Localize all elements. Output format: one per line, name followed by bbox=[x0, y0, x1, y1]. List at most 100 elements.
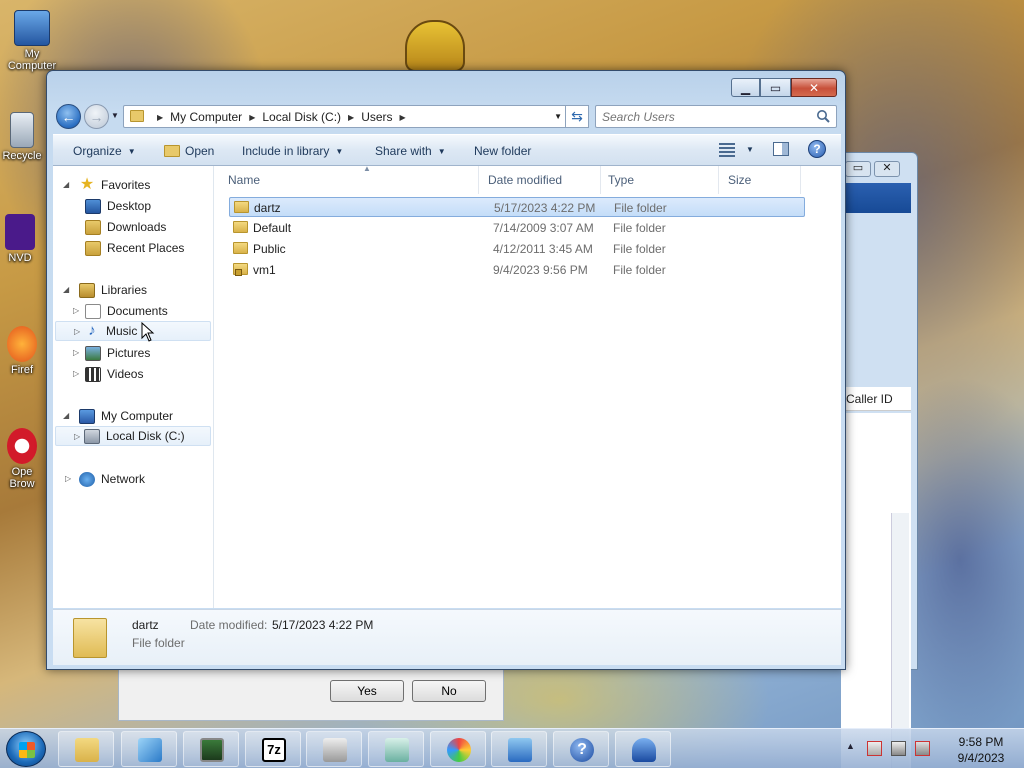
nav-network[interactable]: ▷ Network bbox=[65, 469, 145, 489]
address-bar[interactable]: ▶ My Computer ▶ Local Disk (C:) ▶ Users … bbox=[123, 105, 569, 128]
folder-icon bbox=[233, 242, 248, 254]
taskbar-network-monitor[interactable] bbox=[183, 731, 239, 767]
yes-button[interactable]: Yes bbox=[330, 680, 404, 702]
file-row[interactable]: Public 4/12/2011 3:45 AM File folder bbox=[229, 239, 805, 259]
file-list: ▲ Name Date modified Type Size dartz 5/17… bbox=[215, 164, 841, 608]
column-header-date[interactable]: Date modified bbox=[481, 166, 601, 194]
recent-pages-dropdown[interactable]: ▼ bbox=[111, 111, 119, 120]
chevron-down-icon: ▼ bbox=[437, 146, 446, 156]
taskbar-7zip[interactable]: 7z bbox=[245, 731, 301, 767]
desktop-icon-opera[interactable]: Ope Brow bbox=[0, 428, 50, 490]
background-window[interactable]: ▭ ✕ Caller ID bbox=[840, 152, 918, 768]
breadcrumb-users[interactable]: Users bbox=[361, 110, 392, 124]
bg-column-header[interactable]: Caller ID bbox=[841, 387, 911, 411]
start-button[interactable] bbox=[6, 731, 46, 767]
desktop-icon-label: My Computer bbox=[7, 48, 57, 72]
details-type: File folder bbox=[132, 636, 185, 650]
breadcrumb-my-computer[interactable]: My Computer bbox=[170, 110, 242, 124]
collapsed-triangle-icon[interactable]: ▷ bbox=[65, 474, 71, 483]
downloads-icon bbox=[85, 219, 101, 235]
folder-icon bbox=[233, 221, 248, 233]
close-button[interactable]: ✕ bbox=[791, 78, 837, 97]
search-input[interactable] bbox=[602, 109, 802, 125]
nav-desktop[interactable]: Desktop bbox=[85, 196, 151, 216]
volume-muted-icon[interactable] bbox=[915, 741, 930, 756]
network-status-icon[interactable] bbox=[891, 741, 906, 756]
arrow-right-icon: → bbox=[89, 108, 104, 125]
search-icon[interactable] bbox=[816, 109, 830, 123]
bg-window-header-bar bbox=[841, 183, 911, 213]
collapsed-triangle-icon[interactable]: ▷ bbox=[73, 348, 79, 357]
taskbar-control-panel[interactable] bbox=[491, 731, 547, 767]
action-center-icon[interactable] bbox=[867, 741, 882, 756]
column-header-size[interactable]: Size bbox=[721, 166, 801, 194]
collapsed-triangle-icon[interactable]: ▷ bbox=[74, 432, 80, 441]
expanded-triangle-icon[interactable]: ◢ bbox=[63, 285, 69, 294]
collapsed-triangle-icon[interactable]: ▷ bbox=[73, 306, 79, 315]
chevron-right-icon[interactable]: ▶ bbox=[157, 113, 163, 122]
view-options-icon[interactable] bbox=[719, 143, 735, 157]
address-dropdown-icon[interactable]: ▼ bbox=[554, 112, 562, 121]
nav-my-computer[interactable]: ◢ My Computer bbox=[63, 406, 173, 426]
nav-local-disk[interactable]: ▷ Local Disk (C:) bbox=[55, 426, 211, 446]
new-folder-button[interactable]: New folder bbox=[474, 144, 531, 158]
desktop-icon-nvd[interactable]: NVD bbox=[0, 214, 48, 264]
breadcrumb-local-disk[interactable]: Local Disk (C:) bbox=[262, 110, 341, 124]
collapsed-triangle-icon[interactable]: ▷ bbox=[73, 369, 79, 378]
expanded-triangle-icon[interactable]: ◢ bbox=[63, 180, 69, 189]
file-row[interactable]: Default 7/14/2009 3:07 AM File folder bbox=[229, 218, 805, 238]
clock-time: 9:58 PM bbox=[958, 735, 1004, 749]
nav-libraries[interactable]: ◢ Libraries bbox=[63, 280, 147, 300]
forward-button[interactable]: → bbox=[84, 104, 109, 129]
open-button[interactable]: Open bbox=[164, 144, 214, 158]
maximize-button[interactable]: ▭ bbox=[760, 78, 791, 97]
nav-videos[interactable]: ▷ Videos bbox=[73, 364, 143, 384]
include-in-library-menu[interactable]: Include in library ▼ bbox=[242, 144, 343, 158]
taskbar-ship[interactable] bbox=[615, 731, 671, 767]
organize-menu[interactable]: Organize ▼ bbox=[73, 144, 136, 158]
minimize-button[interactable]: ▁ bbox=[731, 78, 760, 97]
nav-downloads[interactable]: Downloads bbox=[85, 217, 166, 237]
taskbar-explorer[interactable] bbox=[58, 731, 114, 767]
clock[interactable]: 9:58 PM 9/4/2023 bbox=[944, 734, 1018, 766]
desktop-icon-label: Firef bbox=[11, 364, 33, 376]
libraries-icon bbox=[79, 282, 95, 298]
refresh-button[interactable]: ⇆ bbox=[565, 105, 589, 128]
help-icon[interactable]: ? bbox=[808, 140, 826, 158]
nav-pictures[interactable]: ▷ Pictures bbox=[73, 343, 150, 363]
share-with-menu[interactable]: Share with ▼ bbox=[375, 144, 446, 158]
file-row[interactable]: dartz 5/17/2023 4:22 PM File folder bbox=[229, 197, 805, 217]
mouse-cursor-icon bbox=[141, 322, 155, 342]
nvd-app-icon bbox=[5, 214, 35, 250]
view-dropdown-icon[interactable]: ▼ bbox=[746, 145, 754, 154]
chevron-right-icon[interactable]: ▶ bbox=[249, 113, 255, 122]
bg-maximize-button[interactable]: ▭ bbox=[845, 161, 871, 177]
collapsed-triangle-icon[interactable]: ▷ bbox=[74, 327, 80, 336]
chevron-right-icon[interactable]: ▶ bbox=[400, 113, 406, 122]
taskbar-paint[interactable] bbox=[430, 731, 486, 767]
star-icon: ★ bbox=[79, 175, 95, 193]
desktop-icon-my-computer[interactable]: My Computer bbox=[4, 10, 60, 72]
back-button[interactable]: ← bbox=[56, 104, 81, 129]
taskbar-fax[interactable] bbox=[306, 731, 362, 767]
nav-favorites[interactable]: ◢ ★ Favorites bbox=[63, 175, 150, 195]
taskbar-send[interactable] bbox=[121, 731, 177, 767]
preview-pane-icon[interactable] bbox=[773, 142, 789, 156]
bg-close-button[interactable]: ✕ bbox=[874, 161, 900, 177]
taskbar-document[interactable] bbox=[368, 731, 424, 767]
search-box[interactable] bbox=[595, 105, 837, 128]
chevron-right-icon[interactable]: ▶ bbox=[348, 113, 354, 122]
desktop-icon-recycle-bin[interactable]: Recycle bbox=[0, 112, 50, 162]
nav-documents[interactable]: ▷ Documents bbox=[73, 301, 168, 321]
column-header-name[interactable]: ▲ Name bbox=[221, 164, 479, 194]
expanded-triangle-icon[interactable]: ◢ bbox=[63, 411, 69, 420]
nav-recent-places[interactable]: Recent Places bbox=[85, 238, 184, 258]
no-button[interactable]: No bbox=[412, 680, 486, 702]
desktop-icon bbox=[85, 198, 101, 214]
taskbar-help[interactable]: ? bbox=[553, 731, 609, 767]
column-header-type[interactable]: Type bbox=[601, 166, 719, 194]
show-hidden-icons-button[interactable]: ▲ bbox=[846, 741, 855, 751]
nav-music[interactable]: ▷ ♪ Music bbox=[55, 321, 211, 341]
desktop-icon-firefox[interactable]: Firef bbox=[0, 326, 50, 376]
file-row[interactable]: vm1 9/4/2023 9:56 PM File folder bbox=[229, 260, 805, 280]
